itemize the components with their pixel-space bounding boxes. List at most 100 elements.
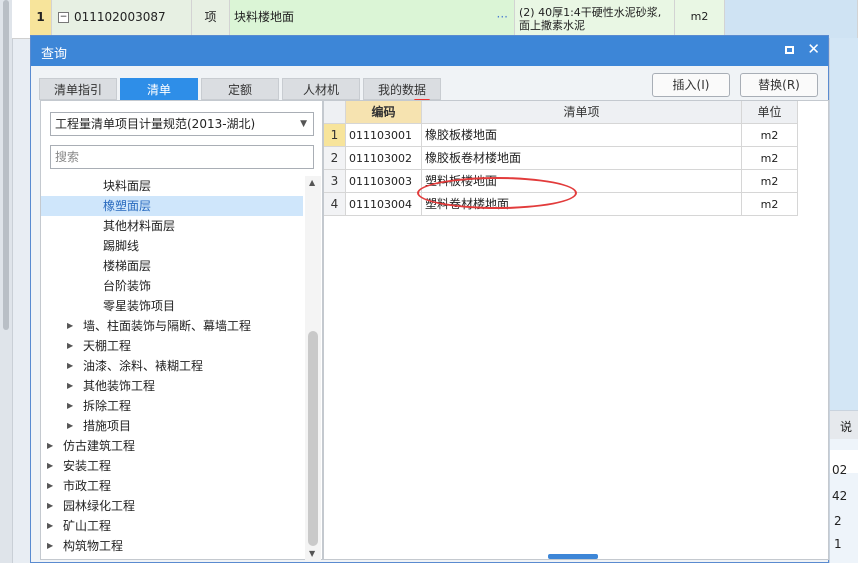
tree-item-label: 台阶装饰 xyxy=(103,279,152,293)
row-unit[interactable]: m2 xyxy=(742,147,798,170)
search-input[interactable]: 搜索 xyxy=(50,145,314,169)
tree-item[interactable]: ▶ 矿山工程 xyxy=(41,516,303,536)
chevron-down-icon[interactable]: ▼ xyxy=(300,113,307,135)
row-number[interactable]: 2 xyxy=(324,147,346,170)
tab-materials[interactable]: 人材机 xyxy=(282,78,360,100)
tree-item[interactable]: 块料面层 xyxy=(41,176,303,196)
row-code[interactable]: 011103003 xyxy=(346,170,422,193)
category-tree: 块料面层 橡塑面层 其他材料面层 踢脚线 楼梯面层 台阶装饰 零星装饰项目 ▶ 墙、柱面装饰与隔… xyxy=(41,176,303,561)
code-header[interactable]: 编码 xyxy=(346,101,422,124)
query-dialog: 查询 ✕ 清单指引 清单 定额 人材机 我的数据 插入(I) 替换(R) 工程量… xyxy=(30,35,829,563)
row-code[interactable]: 011103002 xyxy=(346,147,422,170)
scroll-down-icon[interactable]: ▼ xyxy=(309,549,315,558)
expand-arrow-icon[interactable]: ▶ xyxy=(47,436,53,456)
tree-scrollbar[interactable]: ▲ ▼ xyxy=(305,176,321,561)
bg-desc-line: 面上撒素水泥 xyxy=(519,19,585,32)
tree-item[interactable]: 台阶装饰 xyxy=(41,276,303,296)
tree-item[interactable]: ▶ 措施项目 xyxy=(41,416,303,436)
scrollbar-thumb[interactable] xyxy=(3,0,9,330)
expand-arrow-icon[interactable]: ▶ xyxy=(67,416,73,436)
spec-select[interactable]: 工程量清单项目计量规范(2013-湖北) ▼ xyxy=(50,112,314,136)
bg-right-text: 说 xyxy=(840,420,853,434)
expand-arrow-icon[interactable]: ▶ xyxy=(67,336,73,356)
tree-item-label: 拆除工程 xyxy=(83,399,132,413)
panel-resize-handle[interactable] xyxy=(548,554,598,559)
tree-item-label: 其他材料面层 xyxy=(103,219,176,233)
bg-row-kind: 项 xyxy=(192,0,230,38)
tree-item[interactable]: ▶ 天棚工程 xyxy=(41,336,303,356)
tree-item-label: 天棚工程 xyxy=(83,339,132,353)
tree-item[interactable]: 橡塑面层 xyxy=(41,196,303,216)
tree-item[interactable]: ▶ 仿古建筑工程 xyxy=(41,436,303,456)
dialog-title: 查询 xyxy=(41,47,68,62)
app-left-scrollbar[interactable] xyxy=(0,0,13,563)
tab-list-guide[interactable]: 清单指引 xyxy=(39,78,117,100)
tree-item[interactable]: ▶ 拆除工程 xyxy=(41,396,303,416)
bg-row-code: 011102003087 xyxy=(74,10,166,24)
corner-header xyxy=(324,101,346,124)
scroll-up-icon[interactable]: ▲ xyxy=(309,178,315,187)
bg-right-text: 42 xyxy=(832,489,848,503)
tree-item-label: 市政工程 xyxy=(63,479,112,493)
tree-item[interactable]: ▶ 其他装饰工程 xyxy=(41,376,303,396)
tree-item[interactable]: 其他材料面层 xyxy=(41,216,303,236)
row-name[interactable]: 橡胶板楼地面 xyxy=(422,124,742,147)
tree-item[interactable]: ▶ 安装工程 xyxy=(41,456,303,476)
bg-desc-line: (2) 40厚1:4干硬性水泥砂浆, xyxy=(519,6,662,19)
bg-right-text: 02 xyxy=(832,463,848,477)
tab-my-data[interactable]: 我的数据 xyxy=(363,78,441,100)
expand-arrow-icon[interactable]: ▶ xyxy=(47,536,53,556)
row-number[interactable]: 4 xyxy=(324,193,346,216)
expand-arrow-icon[interactable]: ▶ xyxy=(67,316,73,336)
replace-button[interactable]: 替换(R) xyxy=(740,73,818,97)
tree-item[interactable]: 楼梯面层 xyxy=(41,256,303,276)
bg-row-unit: m2 xyxy=(675,0,725,38)
tab-quota[interactable]: 定额 xyxy=(201,78,279,100)
bg-row-code-cell: −011102003087 xyxy=(52,0,192,38)
insert-button[interactable]: 插入(I) xyxy=(652,73,730,97)
row-number[interactable]: 1 xyxy=(324,124,346,147)
row-unit[interactable]: m2 xyxy=(742,124,798,147)
dialog-titlebar[interactable]: 查询 ✕ xyxy=(31,36,828,66)
tree-item[interactable]: ▶ 构筑物工程 xyxy=(41,536,303,556)
tree-item-label: 构筑物工程 xyxy=(63,539,124,553)
tree-item-label: 矿山工程 xyxy=(63,519,112,533)
row-unit[interactable]: m2 xyxy=(742,193,798,216)
scrollbar-thumb[interactable] xyxy=(308,331,318,546)
expand-arrow-icon[interactable]: ▶ xyxy=(47,476,53,496)
tree-item[interactable]: ▶ 市政工程 xyxy=(41,476,303,496)
bg-right-text: 1 xyxy=(834,537,842,551)
expand-arrow-icon[interactable]: ▶ xyxy=(47,456,53,476)
unit-header[interactable]: 单位 xyxy=(742,101,798,124)
bg-row-number: 1 xyxy=(30,0,52,38)
tree-item-label: 其他装饰工程 xyxy=(83,379,156,393)
tree-item-label: 楼梯面层 xyxy=(103,259,152,273)
bg-table-row[interactable]: 1 −011102003087 项 块料楼地面 ··· (2) 40厚1:4干硬… xyxy=(12,0,858,39)
tree-item-label: 墙、柱面装饰与隔断、幕墙工程 xyxy=(83,319,252,333)
tree-item[interactable]: ▶ 园林绿化工程 xyxy=(41,496,303,516)
list-table: 编码 清单项 单位 1 011103001 橡胶板楼地面 m2 2 011103002 橡胶… xyxy=(323,100,829,560)
expand-arrow-icon[interactable]: ▶ xyxy=(47,496,53,516)
bg-row-name: 块料楼地面 xyxy=(234,10,295,24)
tree-item[interactable]: ▶ 墙、柱面装饰与隔断、幕墙工程 xyxy=(41,316,303,336)
close-icon[interactable]: ✕ xyxy=(807,42,820,57)
tab-list[interactable]: 清单 xyxy=(120,78,198,100)
tree-item-label: 橡塑面层 xyxy=(103,199,152,213)
row-unit[interactable]: m2 xyxy=(742,170,798,193)
bg-row-name-cell: 块料楼地面 ··· xyxy=(230,0,515,38)
row-name[interactable]: 橡胶板卷材楼地面 xyxy=(422,147,742,170)
expand-arrow-icon[interactable]: ▶ xyxy=(47,516,53,536)
expand-arrow-icon[interactable]: ▶ xyxy=(67,356,73,376)
row-code[interactable]: 011103004 xyxy=(346,193,422,216)
tree-item[interactable]: 踢脚线 xyxy=(41,236,303,256)
collapse-icon[interactable]: − xyxy=(58,12,69,23)
row-code[interactable]: 011103001 xyxy=(346,124,422,147)
tree-item[interactable]: ▶ 油漆、涂料、裱糊工程 xyxy=(41,356,303,376)
row-number[interactable]: 3 xyxy=(324,170,346,193)
tree-item[interactable]: 零星装饰项目 xyxy=(41,296,303,316)
expand-arrow-icon[interactable]: ▶ xyxy=(67,396,73,416)
name-header[interactable]: 清单项 xyxy=(422,101,742,124)
expand-arrow-icon[interactable]: ▶ xyxy=(67,376,73,396)
maximize-icon[interactable] xyxy=(785,46,794,54)
more-icon[interactable]: ··· xyxy=(497,0,508,34)
